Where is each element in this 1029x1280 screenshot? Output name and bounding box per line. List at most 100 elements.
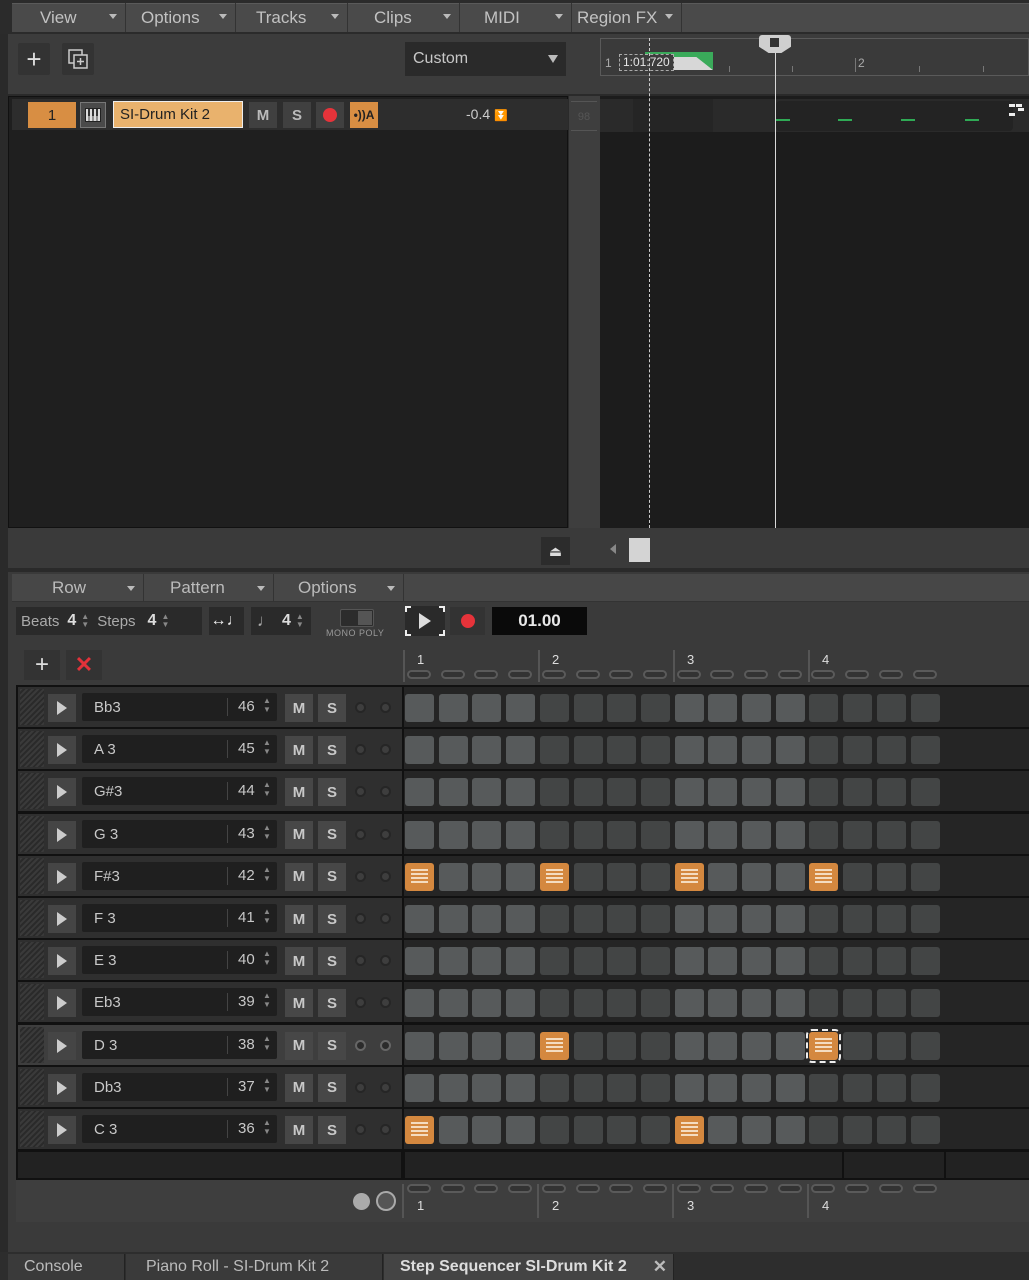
step-cell[interactable] xyxy=(843,862,873,891)
close-icon[interactable]: ✕ xyxy=(653,1257,667,1277)
step-cell[interactable] xyxy=(506,905,536,933)
step-cell[interactable] xyxy=(539,989,569,1018)
step-cell[interactable] xyxy=(405,905,434,933)
step-cell[interactable] xyxy=(438,694,468,722)
step-cell[interactable] xyxy=(843,1031,873,1060)
step-cell[interactable] xyxy=(775,694,805,722)
step-cell[interactable] xyxy=(506,1116,536,1144)
step-cell[interactable] xyxy=(539,820,569,849)
step-toggle-pill[interactable] xyxy=(710,1184,735,1193)
step-cell[interactable] xyxy=(775,820,805,849)
row-note-spinner[interactable]: ▲ ▼ xyxy=(263,1076,271,1094)
step-cell[interactable] xyxy=(708,778,738,807)
step-cell[interactable] xyxy=(472,947,502,976)
step-cell[interactable] xyxy=(876,905,906,933)
step-cell[interactable] xyxy=(809,820,839,849)
step-cell[interactable] xyxy=(640,1031,670,1060)
step-cell[interactable] xyxy=(742,989,771,1018)
duplicate-track-button[interactable] xyxy=(62,43,94,75)
steps-value[interactable]: 4 xyxy=(148,612,157,630)
note-duration-value[interactable]: 4 xyxy=(282,612,291,630)
step-toggle-pill[interactable] xyxy=(440,670,465,679)
step-cell[interactable] xyxy=(573,1116,603,1144)
step-cell[interactable] xyxy=(539,778,569,807)
step-cell[interactable] xyxy=(843,694,873,722)
step-cell[interactable] xyxy=(438,905,468,933)
step-cell[interactable] xyxy=(438,778,468,807)
step-cell[interactable] xyxy=(405,1031,434,1060)
row-note-spinner[interactable]: ▲ ▼ xyxy=(263,696,271,714)
row-preview-button[interactable] xyxy=(48,1116,76,1144)
row-indicator-icon[interactable] xyxy=(355,955,366,967)
step-cell[interactable] xyxy=(438,1031,468,1060)
step-cell[interactable] xyxy=(506,820,536,849)
step-cell[interactable] xyxy=(640,947,670,976)
menu-options[interactable]: Options xyxy=(126,3,236,32)
step-cell[interactable] xyxy=(607,947,637,976)
step-cell[interactable] xyxy=(472,905,502,933)
step-cell[interactable] xyxy=(775,778,805,807)
step-cell[interactable] xyxy=(607,905,637,933)
row-solo-button[interactable]: S xyxy=(318,947,346,976)
step-cell[interactable] xyxy=(506,1031,536,1060)
step-cell[interactable] xyxy=(438,862,468,891)
row-mute-button[interactable]: M xyxy=(285,694,313,722)
row-indicator-icon[interactable] xyxy=(380,702,391,713)
step-cell[interactable] xyxy=(506,947,536,976)
row-drag-handle[interactable] xyxy=(20,689,44,725)
step-cell[interactable] xyxy=(472,862,502,891)
step-cell[interactable] xyxy=(573,778,603,807)
step-cell[interactable] xyxy=(843,736,873,765)
step-cell[interactable] xyxy=(539,736,569,765)
step-cell[interactable] xyxy=(472,736,502,765)
row-drag-handle[interactable] xyxy=(20,731,44,768)
step-cell-active[interactable] xyxy=(806,1028,842,1063)
step-cell[interactable] xyxy=(843,778,873,807)
step-cell[interactable] xyxy=(607,694,637,722)
step-cell[interactable] xyxy=(809,947,839,976)
step-cell[interactable] xyxy=(438,989,468,1018)
row-preview-button[interactable] xyxy=(48,905,76,933)
menu-tracks[interactable]: Tracks xyxy=(236,3,348,32)
step-cell[interactable] xyxy=(876,1116,906,1144)
row-drag-handle[interactable] xyxy=(20,1026,44,1063)
step-cell[interactable] xyxy=(708,736,738,765)
row-preview-button[interactable] xyxy=(48,820,76,849)
row-drag-handle[interactable] xyxy=(20,942,44,979)
row-note-spinner[interactable]: ▲ ▼ xyxy=(263,1118,271,1136)
row-indicator-icon[interactable] xyxy=(355,786,366,798)
step-cell[interactable] xyxy=(742,947,771,976)
step-toggle-pill[interactable] xyxy=(912,1184,937,1193)
row-note-field[interactable]: G#3 44 ▲ ▼ xyxy=(82,777,277,806)
step-toggle-pill[interactable] xyxy=(407,1184,431,1193)
row-solo-button[interactable]: S xyxy=(318,1031,346,1060)
row-note-field[interactable]: F#3 42 ▲ ▼ xyxy=(82,861,277,890)
row-mute-button[interactable]: M xyxy=(285,905,313,933)
step-cell-active[interactable] xyxy=(539,862,569,891)
row-preview-button[interactable] xyxy=(48,862,76,891)
step-cell[interactable] xyxy=(775,1031,805,1060)
step-toggle-pill[interactable] xyxy=(912,670,937,679)
step-cell[interactable] xyxy=(539,1116,569,1144)
row-drag-handle[interactable] xyxy=(20,900,44,936)
step-cell[interactable] xyxy=(809,778,839,807)
step-cell[interactable] xyxy=(809,1073,839,1102)
row-note-number[interactable]: 44 xyxy=(238,782,255,799)
step-toggle-pill[interactable] xyxy=(744,1184,768,1193)
step-cell[interactable] xyxy=(910,905,940,933)
row-indicator-icon[interactable] xyxy=(380,997,391,1009)
step-cell[interactable] xyxy=(708,862,738,891)
row-preview-button[interactable] xyxy=(48,1073,76,1102)
step-toggle-pill[interactable] xyxy=(609,1184,634,1193)
step-cell[interactable] xyxy=(876,1073,906,1102)
row-mute-button[interactable]: M xyxy=(285,736,313,765)
tab-piano-roll[interactable]: Piano Roll - SI-Drum Kit 2 xyxy=(126,1254,383,1280)
step-cell[interactable] xyxy=(910,947,940,976)
row-solo-button[interactable]: S xyxy=(318,778,346,807)
step-toggle-pill[interactable] xyxy=(777,1184,802,1193)
step-cell[interactable] xyxy=(876,862,906,891)
step-cell[interactable] xyxy=(843,1073,873,1102)
row-note-field[interactable]: Db3 37 ▲ ▼ xyxy=(82,1072,277,1101)
row-indicator-icon[interactable] xyxy=(355,828,366,840)
beats-spinner[interactable]: ▲ ▼ xyxy=(81,613,89,629)
